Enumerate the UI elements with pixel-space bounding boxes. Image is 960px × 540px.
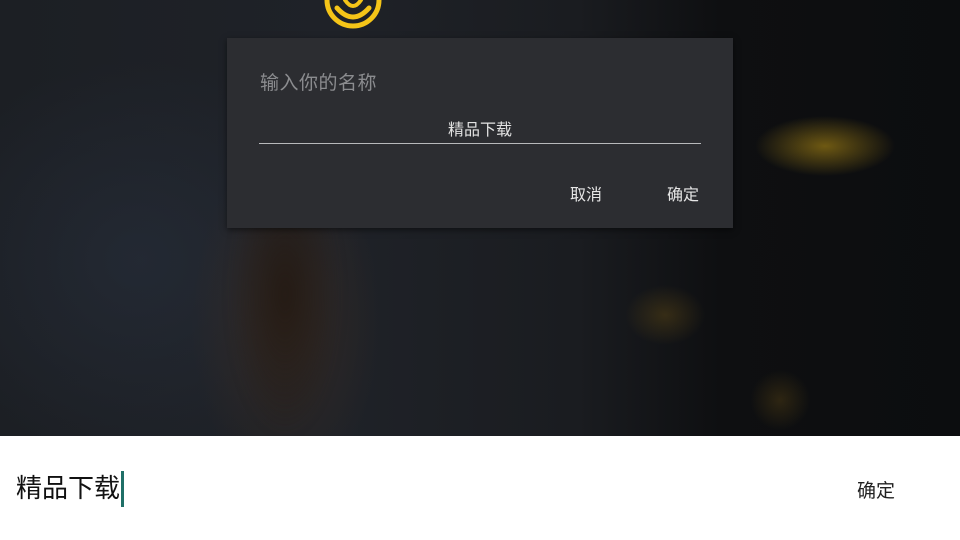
game-logo-icon — [324, 0, 382, 29]
background-character-silhouette — [230, 200, 340, 436]
screen: 输入你的名称 取消 确定 精品下载 确定 — [0, 0, 960, 540]
ime-text-field[interactable]: 精品下载 — [16, 469, 125, 509]
text-caret — [121, 471, 125, 507]
confirm-button[interactable]: 确定 — [667, 181, 699, 205]
cancel-button[interactable]: 取消 — [570, 181, 602, 205]
ime-confirm-button[interactable]: 确定 — [857, 476, 895, 503]
ime-input-bar: 精品下载 确定 — [0, 436, 960, 540]
ime-text-value: 精品下载 — [16, 474, 121, 504]
name-input[interactable] — [259, 116, 701, 144]
name-input-dialog: 输入你的名称 取消 确定 — [227, 38, 733, 228]
dialog-title: 输入你的名称 — [260, 72, 378, 94]
